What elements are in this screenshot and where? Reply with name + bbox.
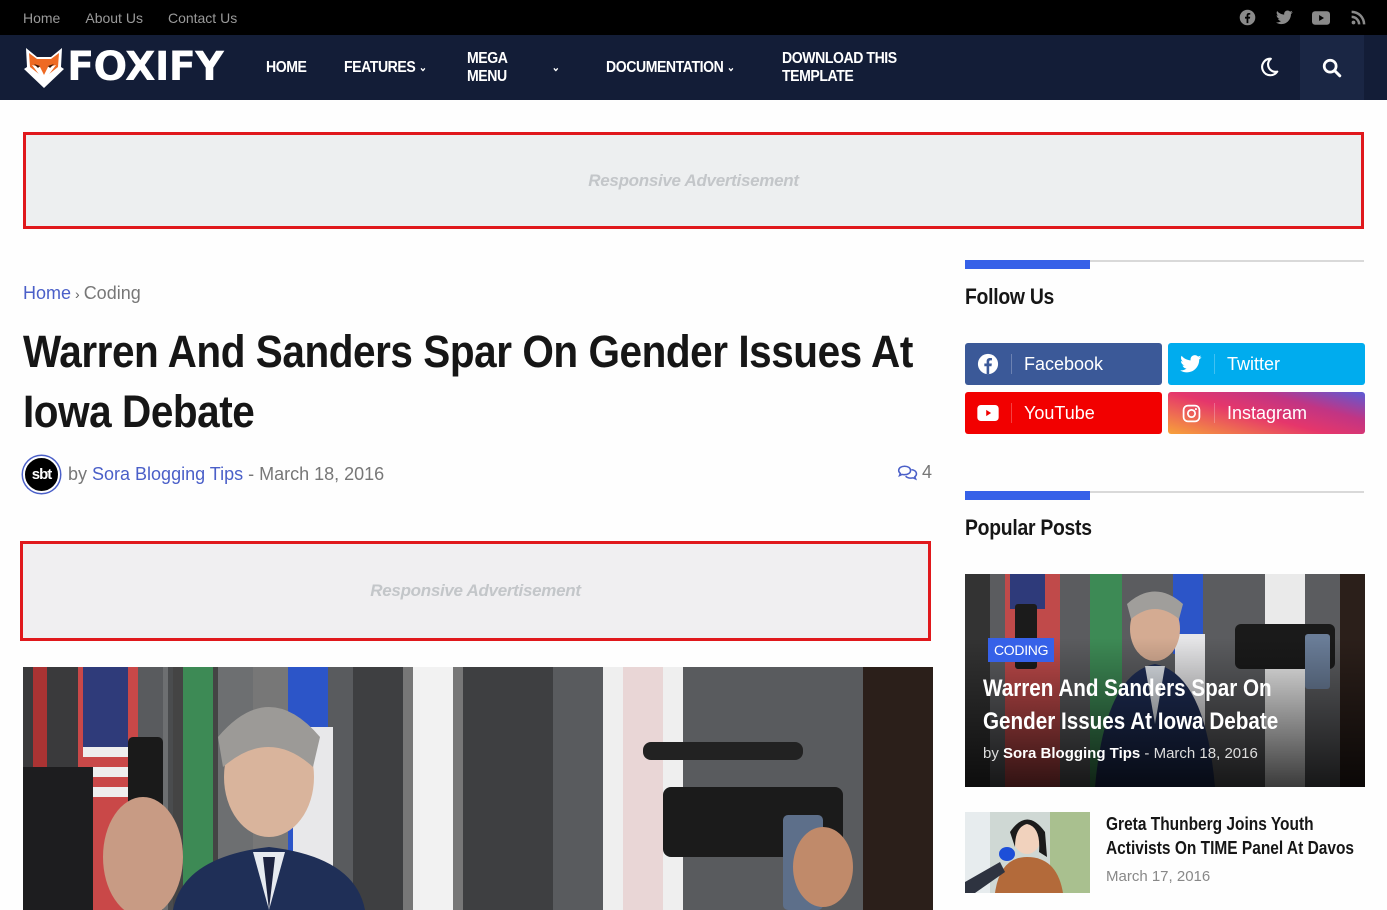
popular-post-thumbnail [965, 812, 1090, 893]
facebook-icon[interactable] [1238, 9, 1256, 27]
post-date: March 18, 2016 [259, 463, 385, 484]
main-menu: HOME FEATURES ⌄ MEGA MENU ⌄ DOCUMENTATION ⌄… [266, 35, 992, 100]
post-meta: sbt by Sora Blogging Tips - March 18, 20… [23, 455, 384, 493]
menu-item-download-template[interactable]: DOWNLOAD THIS TEMPLATE [782, 50, 967, 86]
site-logo[interactable]: FOXIFY [23, 43, 224, 91]
top-link-contact[interactable]: Contact Us [168, 10, 237, 26]
facebook-icon [965, 343, 1011, 385]
menu-label: HOME [266, 58, 307, 76]
sidebar-follow-us: Follow Us [965, 260, 1364, 310]
chevron-down-icon: ⌄ [418, 62, 427, 74]
widget-heading-bar [965, 260, 1364, 269]
press-conference-photo [23, 667, 933, 910]
top-link-home[interactable]: Home [23, 10, 60, 26]
instagram-button[interactable]: Instagram [1168, 392, 1365, 434]
sidebar-popular-posts: Popular Posts [965, 491, 1364, 541]
menu-item-features[interactable]: FEATURES ⌄ [344, 59, 427, 77]
top-social-links [1238, 0, 1367, 35]
logo-text: FOXIFY [67, 44, 224, 90]
divider [1214, 403, 1215, 423]
twitter-label: Twitter [1227, 353, 1281, 374]
fox-logo-icon [24, 48, 64, 88]
youtube-label: YouTube [1024, 402, 1095, 423]
category-badge[interactable]: CODING [988, 638, 1055, 662]
menu-label: MEGA MENU [467, 49, 507, 85]
date-separator: - [248, 463, 255, 484]
youtube-icon[interactable] [1312, 9, 1330, 27]
rss-icon[interactable] [1349, 9, 1367, 27]
menu-label: FEATURES [344, 58, 416, 76]
author-link[interactable]: Sora Blogging Tips [92, 464, 243, 485]
facebook-button[interactable]: Facebook [965, 343, 1162, 385]
featured-post-meta: by Sora Blogging Tips - March 18, 2016 [983, 745, 1258, 762]
widget-heading-bar [965, 491, 1364, 500]
featured-post-title[interactable]: Warren And Sanders Spar On Gender Issues… [983, 672, 1344, 738]
by-label: by [68, 463, 88, 484]
post-featured-image [23, 667, 933, 910]
author-avatar[interactable]: sbt [23, 455, 60, 493]
twitter-icon[interactable] [1275, 9, 1293, 27]
menu-item-home[interactable]: HOME [266, 58, 307, 77]
top-bar: Home About Us Contact Us [0, 0, 1387, 35]
comment-count: 4 [922, 462, 933, 482]
top-link-about[interactable]: About Us [85, 10, 143, 26]
main-navbar: FOXIFY HOME FEATURES ⌄ MEGA MENU ⌄ DOCUMEN… [0, 35, 1387, 100]
comments-icon [897, 464, 918, 480]
popular-post-date: March 17, 2016 [1106, 868, 1211, 885]
moon-icon[interactable] [1258, 56, 1284, 82]
menu-label: DOCUMENTATION [606, 58, 724, 76]
menu-item-documentation[interactable]: DOCUMENTATION ⌄ [606, 59, 735, 77]
featured-date: - March 18, 2016 [1144, 745, 1258, 762]
post-title: Warren And Sanders Spar On Gender Issues… [23, 326, 913, 437]
youtube-icon [965, 392, 1011, 434]
by-label: by [983, 745, 999, 762]
chevron-down-icon: ⌄ [551, 62, 560, 74]
chevron-down-icon: ⌄ [726, 62, 735, 74]
breadcrumb: Home › Coding [23, 283, 141, 304]
comments-link[interactable]: 4 [897, 462, 932, 483]
instagram-label: Instagram [1227, 402, 1308, 423]
popular-post-title[interactable]: Greta Thunberg Joins Youth Activists On … [1106, 812, 1364, 860]
breadcrumb-category[interactable]: Coding [84, 283, 141, 304]
facebook-label: Facebook [1024, 353, 1104, 374]
twitter-button[interactable]: Twitter [1168, 343, 1365, 385]
breadcrumb-home[interactable]: Home [23, 283, 71, 304]
popular-post-featured[interactable]: CODING Warren And Sanders Spar On Gender… [965, 574, 1365, 787]
popular-post-item[interactable]: Greta Thunberg Joins Youth Activists On … [965, 812, 1365, 894]
ad-label: Responsive Advertisement [370, 581, 581, 600]
divider [1214, 354, 1215, 374]
instagram-icon [1168, 392, 1214, 434]
twitter-icon [1168, 343, 1214, 385]
search-button[interactable] [1300, 35, 1364, 100]
top-links: Home About Us Contact Us [23, 0, 237, 35]
middle-advertisement[interactable]: Responsive Advertisement [20, 541, 931, 641]
divider [1011, 403, 1012, 423]
menu-label: DOWNLOAD THIS TEMPLATE [782, 49, 897, 85]
featured-author: Sora Blogging Tips [1003, 745, 1141, 762]
top-advertisement[interactable]: Responsive Advertisement [23, 132, 1364, 229]
follow-us-title: Follow Us [965, 284, 1055, 309]
breadcrumb-separator: › [75, 285, 80, 302]
menu-item-mega-menu[interactable]: MEGA MENU ⌄ [467, 49, 560, 86]
popular-posts-title: Popular Posts [965, 515, 1092, 540]
youtube-button[interactable]: YouTube [965, 392, 1162, 434]
divider [1011, 354, 1012, 374]
ad-label: Responsive Advertisement [588, 170, 799, 190]
search-icon [1322, 58, 1342, 77]
social-buttons: Facebook Twitter YouTube Instagram [965, 343, 1365, 434]
